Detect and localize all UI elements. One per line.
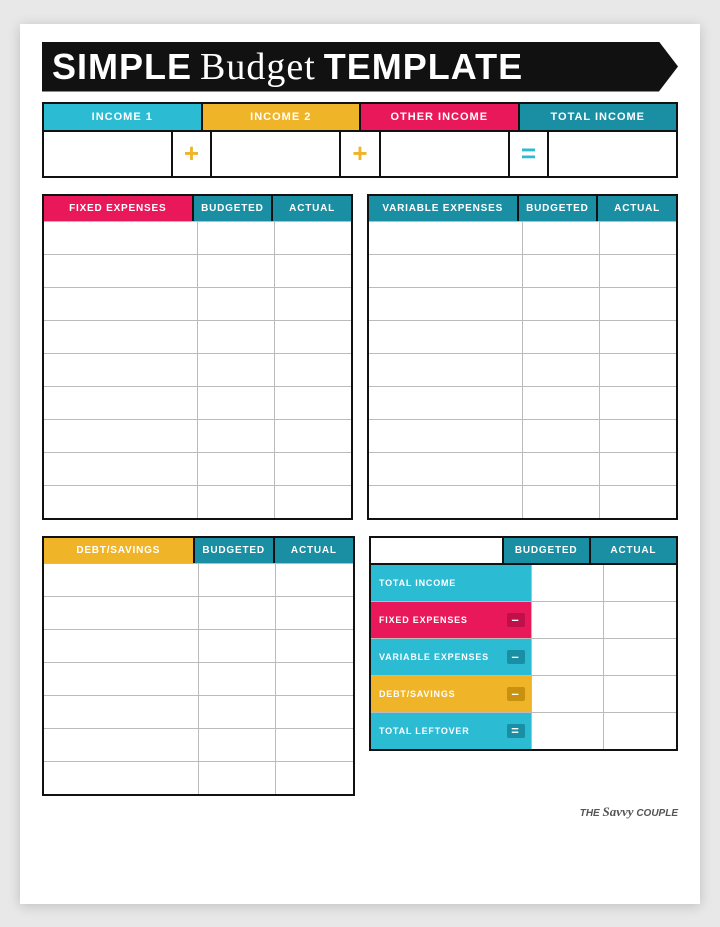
bottom-section: DEBT/SAVINGS BUDGETED ACTUAL <box>42 536 678 796</box>
fixed-budgeted-label: BUDGETED <box>194 196 274 221</box>
summary-spacer <box>371 538 502 563</box>
income-row: + + = <box>42 132 678 178</box>
table-row <box>44 662 353 695</box>
table-row <box>369 452 676 485</box>
minus-icon: – <box>507 650 525 664</box>
fixed-expenses-header: FIXED EXPENSES BUDGETED ACTUAL <box>44 196 351 221</box>
title-text: SIMPLE Budget TEMPLATE <box>52 48 523 86</box>
debt-budgeted-label: BUDGETED <box>195 538 275 563</box>
income2-header: INCOME 2 <box>203 104 362 130</box>
debt-label: DEBT/SAVINGS <box>44 538 195 563</box>
summary-leftover-row: TOTAL LEFTOVER = <box>371 712 676 749</box>
table-row <box>369 353 676 386</box>
minus-icon: – <box>507 687 525 701</box>
summary-rows: TOTAL INCOME FIXED EXPENSES – <box>369 563 678 751</box>
summary-fixed-label: FIXED EXPENSES – <box>371 602 531 638</box>
other-income-header: OTHER INCOME <box>361 104 520 130</box>
summary-variable-label: VARIABLE EXPENSES – <box>371 639 531 675</box>
table-row <box>369 386 676 419</box>
summary-budgeted-header: BUDGETED <box>502 538 589 563</box>
summary-column-headers: BUDGETED ACTUAL <box>369 536 678 563</box>
var-budgeted-label: BUDGETED <box>519 196 599 221</box>
debt-header: DEBT/SAVINGS BUDGETED ACTUAL <box>44 538 353 563</box>
page: SIMPLE Budget TEMPLATE INCOME 1 INCOME 2… <box>20 24 700 904</box>
table-row <box>44 419 351 452</box>
income-plus1: + <box>173 132 213 176</box>
income2-cell[interactable] <box>212 132 341 176</box>
var-exp-label: VARIABLE EXPENSES <box>369 196 519 221</box>
watermark: THE Savvy COUPLE <box>42 804 678 820</box>
summary-debt-row: DEBT/SAVINGS – <box>371 675 676 712</box>
debt-savings-table: DEBT/SAVINGS BUDGETED ACTUAL <box>42 536 355 796</box>
summary-total-income-row: TOTAL INCOME <box>371 565 676 601</box>
watermark-brand: Savvy <box>603 804 634 819</box>
minus-icon: – <box>507 613 525 627</box>
var-actual-label: ACTUAL <box>598 196 676 221</box>
total-income-cell[interactable] <box>549 132 676 176</box>
table-row <box>44 287 351 320</box>
table-row <box>369 221 676 254</box>
table-row <box>369 485 676 518</box>
debt-actual-label: ACTUAL <box>275 538 353 563</box>
fixed-actual-label: ACTUAL <box>273 196 351 221</box>
main-tables: FIXED EXPENSES BUDGETED ACTUAL <box>42 194 678 520</box>
table-row <box>44 761 353 794</box>
table-row <box>44 254 351 287</box>
variable-expenses-table: VARIABLE EXPENSES BUDGETED ACTUAL <box>367 194 678 520</box>
title-bar: SIMPLE Budget TEMPLATE <box>42 42 678 92</box>
table-row <box>369 320 676 353</box>
variable-expenses-header: VARIABLE EXPENSES BUDGETED ACTUAL <box>369 196 676 221</box>
table-row <box>44 563 353 596</box>
title-part3: TEMPLATE <box>324 49 523 85</box>
income-equals: = <box>510 132 550 176</box>
table-row <box>44 728 353 761</box>
income1-cell[interactable] <box>44 132 173 176</box>
table-row <box>44 695 353 728</box>
table-row <box>44 452 351 485</box>
summary-total-income-label: TOTAL INCOME <box>371 565 531 601</box>
title-part1: SIMPLE <box>52 49 192 85</box>
income-header: INCOME 1 INCOME 2 OTHER INCOME TOTAL INC… <box>42 102 678 132</box>
table-row <box>369 419 676 452</box>
table-row <box>44 596 353 629</box>
table-row <box>44 386 351 419</box>
watermark-suffix: COUPLE <box>636 808 678 819</box>
summary-section: BUDGETED ACTUAL TOTAL INCOME <box>369 536 678 796</box>
title-budget: Budget <box>200 48 316 86</box>
equals-icon: = <box>507 724 525 738</box>
fixed-expenses-table: FIXED EXPENSES BUDGETED ACTUAL <box>42 194 353 520</box>
summary-fixed-expenses-row: FIXED EXPENSES – <box>371 601 676 638</box>
summary-debt-label: DEBT/SAVINGS – <box>371 676 531 712</box>
table-row <box>369 254 676 287</box>
watermark-prefix: THE <box>580 808 600 819</box>
summary-actual-header: ACTUAL <box>589 538 676 563</box>
income1-header: INCOME 1 <box>44 104 203 130</box>
total-income-header: TOTAL INCOME <box>520 104 677 130</box>
income-plus2: + <box>341 132 381 176</box>
summary-leftover-label: TOTAL LEFTOVER = <box>371 713 531 749</box>
fixed-exp-label: FIXED EXPENSES <box>44 196 194 221</box>
table-row <box>44 221 351 254</box>
table-row <box>44 629 353 662</box>
table-row <box>44 320 351 353</box>
table-row <box>44 485 351 518</box>
summary-variable-row: VARIABLE EXPENSES – <box>371 638 676 675</box>
other-income-cell[interactable] <box>381 132 510 176</box>
table-row <box>44 353 351 386</box>
table-row <box>369 287 676 320</box>
